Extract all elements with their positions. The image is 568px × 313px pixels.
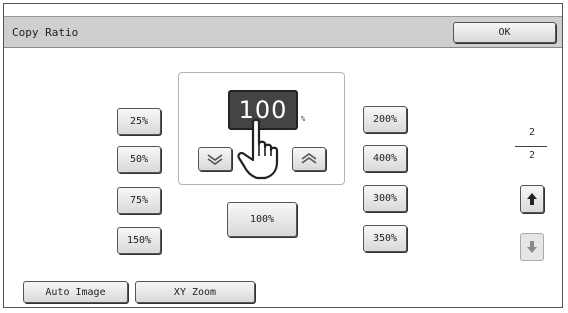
increase-ratio-button[interactable] — [292, 147, 326, 171]
ratio-100-label: 100% — [249, 214, 275, 225]
page-current: 2 — [528, 127, 536, 138]
decrease-ratio-button[interactable] — [198, 147, 232, 171]
arrow-down-icon — [527, 241, 537, 253]
ratio-200-button[interactable]: 200% — [363, 106, 407, 133]
xy-zoom-button[interactable]: XY Zoom — [135, 281, 255, 303]
chevron-up-double-icon — [301, 153, 317, 164]
page-total: 2 — [528, 150, 536, 161]
ratio-150-label: 150% — [126, 235, 152, 246]
ok-button-label: OK — [498, 27, 511, 38]
ratio-25-button[interactable]: 25% — [117, 108, 161, 135]
auto-image-button[interactable]: Auto Image — [23, 281, 128, 303]
ratio-25-label: 25% — [129, 116, 149, 127]
ratio-400-button[interactable]: 400% — [363, 145, 407, 172]
ratio-350-label: 350% — [372, 233, 398, 244]
ratio-75-label: 75% — [129, 195, 149, 206]
page-divider — [515, 146, 547, 147]
arrow-up-icon — [527, 193, 537, 205]
xy-zoom-label: XY Zoom — [173, 286, 217, 298]
ratio-150-button[interactable]: 150% — [117, 227, 161, 254]
ratio-400-label: 400% — [372, 153, 398, 164]
ratio-unit: % — [301, 115, 306, 123]
ratio-300-label: 300% — [372, 193, 398, 204]
ratio-350-button[interactable]: 350% — [363, 225, 407, 252]
ratio-300-button[interactable]: 300% — [363, 185, 407, 212]
ok-button[interactable]: OK — [453, 22, 556, 43]
ratio-50-button[interactable]: 50% — [117, 146, 161, 173]
page-down-button[interactable] — [520, 233, 544, 261]
chevron-down-double-icon — [207, 154, 223, 165]
page-up-button[interactable] — [520, 185, 544, 213]
auto-image-label: Auto Image — [45, 286, 106, 298]
ratio-50-label: 50% — [129, 154, 149, 165]
ratio-75-button[interactable]: 75% — [117, 187, 161, 214]
ratio-100-button[interactable]: 100% — [227, 202, 297, 237]
page-title: Copy Ratio — [12, 26, 79, 39]
hand-pointer-icon — [237, 118, 279, 180]
ratio-200-label: 200% — [372, 114, 398, 125]
